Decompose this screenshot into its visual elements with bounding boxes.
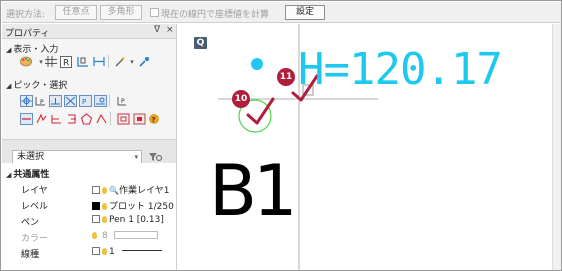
select-frame-icon[interactable] — [116, 112, 130, 125]
pick-select-section[interactable]: ◢ ピック・選択 — [6, 78, 67, 91]
prop-value: Pen 1 [0.13] — [92, 215, 164, 225]
prop-key: 線種 — [21, 250, 40, 260]
common-attrs-section[interactable]: ◢ 共通属性 — [6, 167, 49, 180]
selection-combobox[interactable]: 未選択 ▾ — [12, 150, 142, 164]
prop-row-layer[interactable]: レイヤ 🔍作業レイヤ1 — [2, 181, 176, 196]
prop-value: 8 — [92, 231, 159, 241]
pick-perpendicular-icon[interactable]: P — [78, 94, 92, 107]
svg-text:R: R — [63, 58, 69, 68]
prop-row-pen[interactable]: ペン Pen 1 [0.13] — [2, 213, 176, 228]
current-line-checkbox[interactable] — [150, 8, 159, 17]
select-bracket-icon[interactable] — [64, 112, 78, 125]
prop-key: レベル — [21, 202, 49, 212]
select-line-icon[interactable] — [19, 112, 33, 125]
prop-row-level[interactable]: レベル プロット 1/250 — [2, 197, 176, 212]
prop-value: 1 — [92, 247, 162, 257]
prop-color-value: 8 — [101, 231, 108, 241]
bulb-icon — [92, 232, 97, 239]
select-dimension-icon[interactable] — [49, 112, 63, 125]
prop-layer-value: 作業レイヤ1 — [118, 186, 170, 196]
pick-nearest-icon[interactable] — [93, 94, 107, 107]
cyan-point — [251, 58, 263, 70]
prop-value: 🔍作業レイヤ1 — [92, 183, 169, 196]
selection-combobox-value: 未選択 — [17, 152, 45, 162]
select-polygon-icon[interactable] — [79, 112, 93, 125]
r-snap-icon[interactable]: R — [59, 55, 73, 68]
chevron-down-icon: ▾ — [134, 153, 138, 161]
display-input-section[interactable]: ◢ 表示・入力 — [6, 42, 58, 55]
select-region-icon[interactable] — [132, 112, 146, 125]
visibility-checkbox[interactable] — [92, 215, 100, 223]
pick-select-label: ピック・選択 — [13, 81, 68, 91]
pick-relative-icon[interactable]: P — [115, 94, 129, 107]
attributes-grid: ◢ 共通属性 レイヤ 🔍作業レイヤ1 レベル プロット 1/250 ペン Pen … — [2, 163, 176, 270]
search-icon: 🔍 — [109, 186, 119, 195]
pick-intersection-icon[interactable] — [63, 94, 77, 107]
prop-pen-value: Pen 1 [0.13] — [109, 215, 164, 225]
svg-text:P: P — [40, 99, 44, 106]
step-badge-10: 10 — [232, 90, 250, 108]
app-window: 選択方法: 任意点 多角形 現在の線円で座標値を計算 設定 プロパティ ᐁ × … — [0, 0, 562, 271]
pick-endpoint-icon[interactable]: P — [33, 94, 47, 107]
collapse-triangle-icon: ◢ — [6, 46, 12, 54]
prop-key: レイヤ — [21, 186, 48, 196]
bulb-icon — [102, 187, 107, 194]
height-annotation: H=120.17 — [298, 44, 503, 95]
collapse-triangle-icon: ◢ — [6, 171, 12, 179]
toolbar-divider — [110, 112, 111, 125]
pick-point-icon[interactable] — [19, 94, 33, 107]
eyedropper-icon[interactable] — [137, 55, 151, 68]
select-polyline-icon[interactable] — [34, 112, 48, 125]
panel-close-icon[interactable]: × — [166, 25, 174, 35]
linetype-preview — [121, 250, 162, 251]
collapse-triangle-icon: ◢ — [6, 82, 12, 90]
step-badge-11: 11 — [277, 68, 295, 86]
prop-row-color[interactable]: カラー 8 — [2, 229, 176, 244]
prop-row-linetype[interactable]: 線種 1 — [2, 245, 176, 260]
filter-settings-icon[interactable] — [148, 150, 162, 163]
drawing-canvas[interactable]: Q H=120.17 B1 10 11 — [178, 24, 561, 270]
common-attrs-label: 共通属性 — [13, 170, 50, 180]
checkmark-10-icon — [246, 97, 275, 125]
dimension-icon[interactable] — [92, 55, 106, 68]
grid-icon[interactable] — [44, 55, 58, 68]
panel-title: プロパティ — [5, 29, 50, 39]
palette-icon[interactable] — [19, 55, 33, 68]
visibility-checkbox[interactable] — [92, 247, 100, 255]
vertical-scrollbar[interactable] — [552, 24, 561, 270]
toolbar-divider — [108, 55, 109, 68]
panel-titlebar: プロパティ ᐁ × — [2, 24, 176, 39]
prop-key: ペン — [21, 218, 40, 228]
prop-linetype-value: 1 — [109, 247, 115, 257]
settings-button[interactable]: 設定 — [285, 5, 325, 20]
svg-text:?: ? — [152, 116, 156, 124]
display-input-label: 表示・入力 — [13, 45, 59, 55]
select-help-icon[interactable]: ? — [147, 112, 161, 125]
bulb-icon — [102, 248, 107, 255]
current-line-checkbox-label: 現在の線円で座標値を計算 — [161, 10, 270, 20]
svg-text:P: P — [121, 98, 125, 105]
bulb-icon — [102, 203, 107, 210]
properties-panel: プロパティ ᐁ × ◢ 表示・入力 ▾ R ▾ ◢ ピック・選択 P P P ?… — [2, 24, 177, 270]
block-label: B1 — [209, 150, 298, 232]
toolbar-divider — [109, 94, 110, 107]
panel-menu-icon[interactable]: ᐁ — [154, 25, 160, 35]
prop-key: カラー — [21, 234, 49, 244]
top-toolbar: 選択方法: 任意点 多角形 現在の線円で座標値を計算 設定 — [2, 2, 561, 23]
bulb-icon — [102, 216, 107, 223]
select-arc-icon[interactable] — [94, 112, 108, 125]
prop-value: プロット 1/250 — [92, 199, 174, 212]
color-bar — [114, 231, 159, 239]
visibility-checkbox[interactable] — [92, 186, 100, 194]
method-label: 選択方法: — [6, 10, 46, 20]
orthogonal-icon[interactable] — [76, 55, 90, 68]
color-swatch — [92, 202, 100, 210]
polygon-button[interactable]: 多角形 — [100, 5, 142, 20]
svg-text:P: P — [82, 98, 86, 106]
pick-midpoint-icon[interactable] — [48, 94, 62, 107]
prop-level-value: プロット 1/250 — [109, 202, 174, 212]
any-point-button[interactable]: 任意点 — [55, 5, 97, 20]
